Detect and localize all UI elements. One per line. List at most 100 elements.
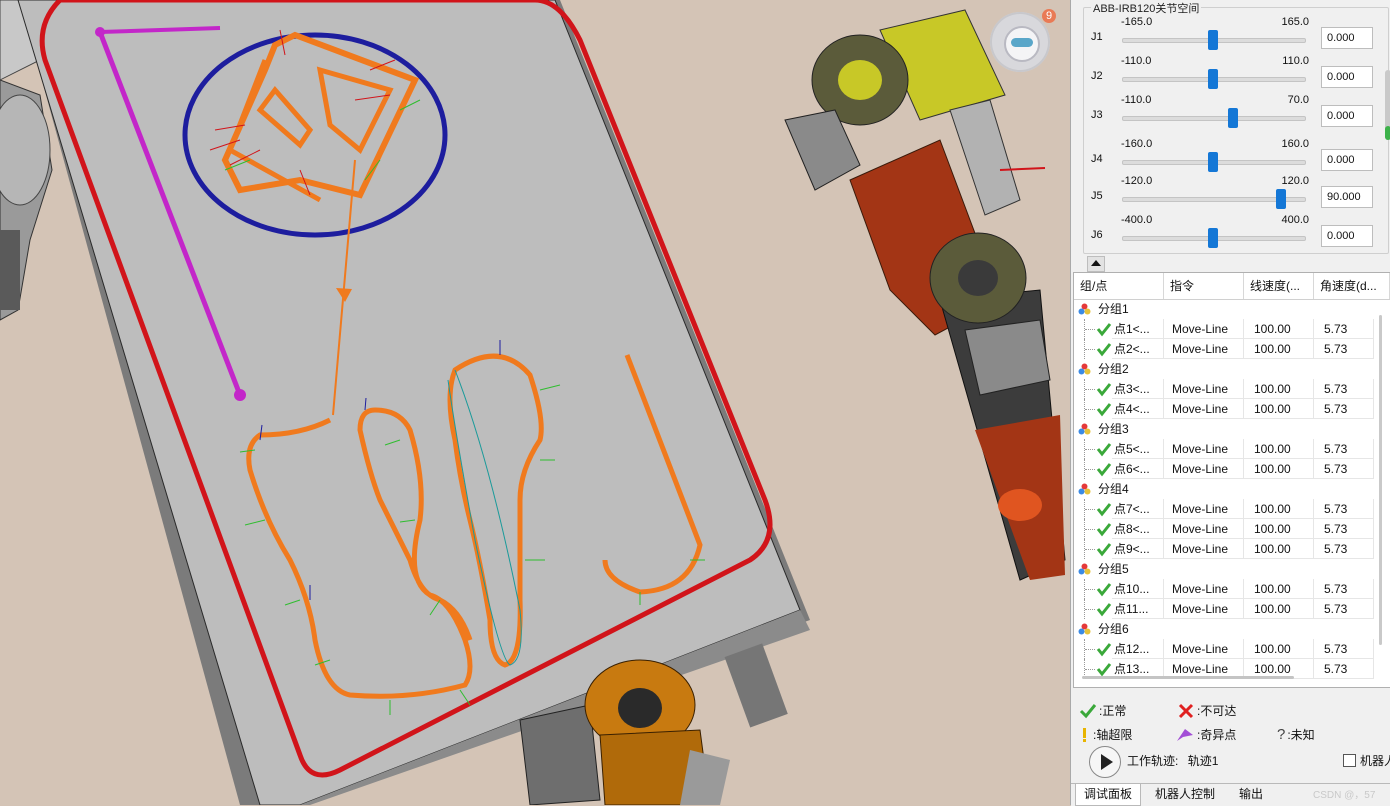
point-name: 点2<... [1112, 339, 1164, 359]
group-label: 分组3 [1098, 422, 1129, 436]
joint-panel-scrollbar[interactable] [1384, 14, 1390, 250]
singular-point-icon [1177, 728, 1193, 741]
point-name: 点4<... [1112, 399, 1164, 419]
joint-row-j2: J2 -110.0 110.0 0.000 [1077, 53, 1377, 93]
joint-min: -160.0 [1121, 138, 1153, 150]
legend-unreachable-label: :不可达 [1197, 704, 1237, 718]
check-icon [1096, 403, 1112, 417]
grid-horizontal-scrollbar[interactable] [1082, 676, 1294, 679]
grid-vertical-scrollbar[interactable] [1374, 301, 1388, 685]
joint-name: J5 [1091, 190, 1103, 202]
point-row[interactable]: 点9<... Move-Line 100.00 5.73 [1074, 539, 1374, 559]
point-row[interactable]: 点10... Move-Line 100.00 5.73 [1074, 579, 1374, 599]
group-row[interactable]: 分组4 [1074, 479, 1374, 499]
point-name: 点3<... [1112, 379, 1164, 399]
collapse-up-icon[interactable] [1087, 256, 1105, 272]
group-row[interactable]: 分组2 [1074, 359, 1374, 379]
point-row[interactable]: 点1<... Move-Line 100.00 5.73 [1074, 319, 1374, 339]
play-button[interactable] [1089, 746, 1121, 778]
work-track-label: 工作轨迹: [1127, 754, 1179, 768]
3d-viewport[interactable]: 9 [0, 0, 1070, 805]
grid-header: 组/点 指令 线速度(... 角速度(d... [1074, 273, 1390, 300]
point-command: Move-Line [1164, 459, 1244, 479]
check-icon [1079, 703, 1097, 718]
point-row[interactable]: 点3<... Move-Line 100.00 5.73 [1074, 379, 1374, 399]
tab-robot-control[interactable]: 机器人控制 [1145, 784, 1225, 805]
point-name: 点1<... [1112, 319, 1164, 339]
group-icon [1078, 623, 1091, 635]
joint-value-input[interactable]: 0.000 [1321, 149, 1373, 171]
group-label: 分组2 [1098, 362, 1129, 376]
joint-slider-thumb[interactable] [1208, 152, 1218, 172]
point-angular-speed: 5.73 [1314, 659, 1374, 679]
tab-debug-panel[interactable]: 调试面板 [1075, 784, 1141, 806]
joint-value-input[interactable]: 0.000 [1321, 66, 1373, 88]
joint-max: 70.0 [1287, 94, 1309, 106]
tab-output[interactable]: 输出 [1231, 784, 1271, 805]
joint-name: J2 [1091, 70, 1103, 82]
check-icon [1096, 603, 1112, 617]
legend-singular: :奇异点 [1175, 726, 1236, 743]
point-linear-speed: 100.00 [1244, 379, 1314, 399]
point-command: Move-Line [1164, 639, 1244, 659]
point-name: 点9<... [1112, 539, 1164, 559]
robot-checkbox-box[interactable] [1343, 754, 1356, 767]
point-row[interactable]: 点5<... Move-Line 100.00 5.73 [1074, 439, 1374, 459]
joint-name: J4 [1091, 153, 1103, 165]
joint-row-j1: J1 -165.0 165.0 0.000 [1077, 14, 1377, 54]
joint-slider-thumb[interactable] [1208, 69, 1218, 89]
col-header-linear-speed[interactable]: 线速度(... [1244, 273, 1314, 299]
point-linear-speed: 100.00 [1244, 399, 1314, 419]
work-track[interactable]: 工作轨迹: 轨迹1 [1127, 752, 1218, 769]
point-angular-speed: 5.73 [1314, 639, 1374, 659]
legend-unknown: ? :未知 [1277, 726, 1315, 743]
point-linear-speed: 100.00 [1244, 579, 1314, 599]
joint-value-input[interactable]: 0.000 [1321, 105, 1373, 127]
bottom-tabs: 调试面板 机器人控制 输出 CSDN @，57 [1071, 783, 1390, 806]
point-row[interactable]: 点2<... Move-Line 100.00 5.73 [1074, 339, 1374, 359]
joint-slider-thumb[interactable] [1208, 30, 1218, 50]
work-track-value[interactable]: 轨迹1 [1188, 754, 1219, 768]
point-row[interactable]: 点6<... Move-Line 100.00 5.73 [1074, 459, 1374, 479]
group-row[interactable]: 分组5 [1074, 559, 1374, 579]
joint-row-j3: J3 -110.0 70.0 0.000 [1077, 92, 1377, 132]
joint-name: J6 [1091, 229, 1103, 241]
legend-axis-limit-label: :轴超限 [1093, 728, 1133, 742]
group-row[interactable]: 分组6 [1074, 619, 1374, 639]
joint-value-input[interactable]: 90.000 [1321, 186, 1373, 208]
point-angular-speed: 5.73 [1314, 399, 1374, 419]
joint-slider-thumb[interactable] [1228, 108, 1238, 128]
group-row[interactable]: 分组3 [1074, 419, 1374, 439]
assistant-badge[interactable]: 9 [990, 9, 1057, 72]
col-header-angular-speed[interactable]: 角速度(d... [1314, 273, 1390, 299]
joint-value-input[interactable]: 0.000 [1321, 27, 1373, 49]
point-command: Move-Line [1164, 539, 1244, 559]
joint-space-group: ABB-IRB120关节空间 J1 -165.0 165.0 0.000 J2 -110.… [1077, 0, 1390, 254]
group-icon [1078, 563, 1091, 575]
col-header-group-point[interactable]: 组/点 [1074, 273, 1164, 299]
check-icon [1096, 583, 1112, 597]
joint-value-input[interactable]: 0.000 [1321, 225, 1373, 247]
joint-min: -110.0 [1121, 55, 1152, 67]
point-row[interactable]: 点12... Move-Line 100.00 5.73 [1074, 639, 1374, 659]
point-row[interactable]: 点8<... Move-Line 100.00 5.73 [1074, 519, 1374, 539]
point-angular-speed: 5.73 [1314, 439, 1374, 459]
joint-name: J1 [1091, 31, 1103, 43]
col-header-command[interactable]: 指令 [1164, 273, 1244, 299]
joint-slider-track[interactable] [1122, 116, 1306, 121]
check-icon [1096, 663, 1112, 677]
group-row[interactable]: 分组1 [1074, 299, 1374, 319]
point-row[interactable]: 点7<... Move-Line 100.00 5.73 [1074, 499, 1374, 519]
joint-max: 165.0 [1281, 16, 1309, 28]
scene-canvas[interactable] [0, 0, 1070, 805]
robot-checkbox[interactable]: 机器人 [1343, 752, 1390, 769]
joint-slider-thumb[interactable] [1276, 189, 1286, 209]
joint-min: -110.0 [1121, 94, 1152, 106]
point-row[interactable]: 点11... Move-Line 100.00 5.73 [1074, 599, 1374, 619]
point-row[interactable]: 点4<... Move-Line 100.00 5.73 [1074, 399, 1374, 419]
check-icon [1096, 523, 1112, 537]
point-angular-speed: 5.73 [1314, 539, 1374, 559]
point-name: 点8<... [1112, 519, 1164, 539]
joint-slider-thumb[interactable] [1208, 228, 1218, 248]
point-linear-speed: 100.00 [1244, 599, 1314, 619]
